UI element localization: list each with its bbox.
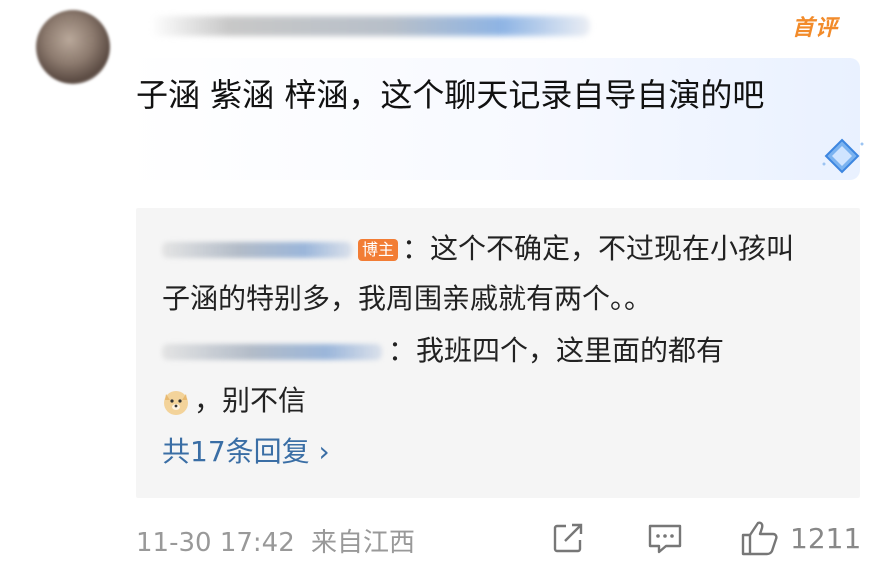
thumbs-up-icon — [741, 521, 778, 556]
timestamp: 11-30 17:42 — [136, 528, 295, 558]
comment-text: 子涵 紫涵 梓涵，这个聊天记录自导自演的吧 — [136, 76, 765, 114]
comment-button[interactable] — [646, 518, 684, 558]
reply-text: ：我班四个，这里面的都有 — [388, 334, 725, 367]
diamond-badge-icon — [822, 138, 864, 174]
username-blurred[interactable] — [150, 16, 590, 36]
like-count: 1211 — [790, 521, 862, 555]
share-button[interactable] — [550, 518, 586, 558]
comment-icon — [648, 524, 682, 554]
reply-item[interactable]: ：我班四个，这里面的都有 ，别不信 — [162, 326, 822, 426]
comment-meta: 11-30 17:42 来自江西 — [136, 522, 415, 559]
reply-username-blurred[interactable] — [162, 242, 352, 258]
first-comment-badge: 首评 — [792, 16, 839, 41]
reply-item[interactable]: 博主 ：这个不确定，不过现在小孩叫子涵的特别多，我周围亲戚就有两个。。 — [162, 224, 822, 324]
author-tag: 博主 — [358, 239, 399, 261]
reply-username-blurred[interactable] — [162, 344, 382, 360]
share-icon — [553, 523, 583, 553]
doge-emoji-icon — [164, 391, 188, 415]
avatar[interactable] — [36, 10, 110, 84]
location: 来自江西 — [311, 528, 416, 558]
reply-text: ，别不信 — [194, 384, 307, 417]
like-button[interactable]: 1211 — [740, 518, 861, 558]
more-replies-link[interactable]: 共17条回复 › — [162, 432, 330, 472]
